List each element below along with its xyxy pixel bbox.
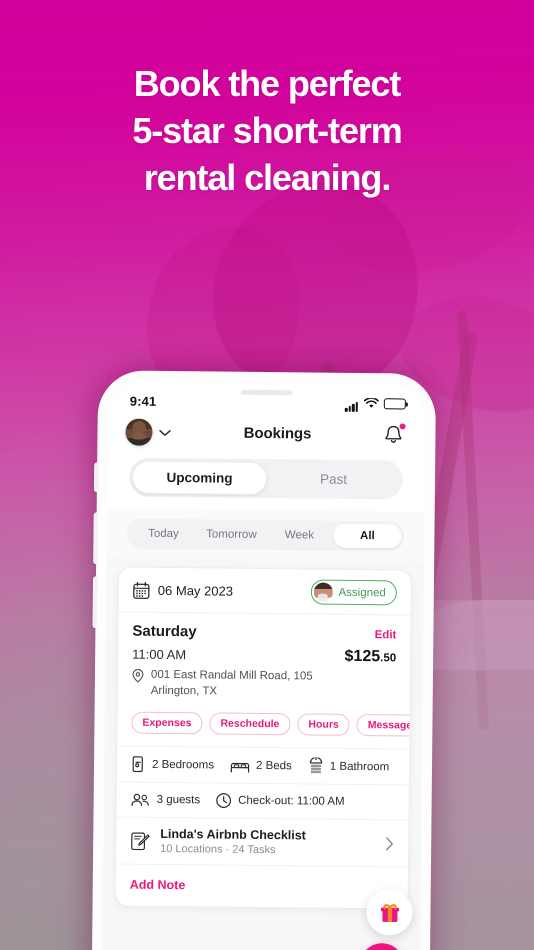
cleaner-avatar [313, 582, 333, 602]
fact-beds: 2 Beds [230, 758, 292, 773]
edit-button[interactable]: Edit [375, 629, 397, 641]
price-whole: $125 [344, 647, 381, 666]
checklist-title: Linda's Airbnb Checklist [160, 826, 306, 843]
checklist-row[interactable]: Linda's Airbnb Checklist 10 Locations · … [115, 816, 409, 867]
booking-day: Saturday [132, 622, 197, 641]
checklist-texts: Linda's Airbnb Checklist 10 Locations · … [160, 827, 375, 857]
date-filter-control[interactable]: Today Tomorrow Week All [126, 518, 405, 552]
guests-icon [131, 793, 151, 807]
profile-switcher[interactable] [125, 418, 171, 446]
fact-checkout: Check-out: 11:00 AM [216, 793, 345, 810]
fact-bedrooms: 2 Bedrooms [131, 756, 214, 774]
booking-card-header: 06 May 2023 Assigned [118, 567, 412, 616]
booking-actions: Expenses Reschedule Hours Message [117, 698, 413, 748]
checklist-subtitle: 10 Locations · 24 Tasks [160, 842, 276, 857]
map-pin-icon [132, 667, 144, 699]
booking-day-row: Saturday Edit [132, 623, 396, 643]
shower-icon [308, 757, 324, 774]
fact-guests: 3 guests [131, 793, 201, 808]
filter-all[interactable]: All [333, 523, 402, 549]
status-icons [344, 394, 406, 413]
booking-date: 06 May 2023 [157, 582, 234, 599]
fact-bathroom-label: 1 Bathroom [329, 760, 390, 773]
volume-up-button[interactable] [93, 512, 98, 565]
bookings-list: 06 May 2023 Assigned Saturday Edit 11:00… [101, 558, 425, 950]
property-facts-row: 2 Bedrooms 2 Beds 1 Bathroom [116, 745, 410, 785]
price-cents: .50 [380, 652, 397, 665]
headline-line-2: 5-star short-term [132, 110, 402, 151]
page-title: Bookings [243, 424, 312, 443]
fact-guests-label: 3 guests [156, 793, 201, 807]
fact-checkout-label: Check-out: 11:00 AM [238, 794, 345, 808]
fact-bathroom: 1 Bathroom [308, 757, 390, 775]
plant-soil [420, 600, 534, 670]
stay-facts-row: 3 guests Check-out: 11:00 AM [116, 781, 409, 820]
headline-line-1: Book the perfect [133, 63, 402, 104]
message-button[interactable]: Message [356, 713, 413, 737]
door-icon [131, 756, 146, 773]
chevron-down-icon[interactable] [158, 428, 171, 436]
bed-icon [230, 758, 250, 773]
status-badge-label: Assigned [338, 586, 386, 599]
status-clock: 9:41 [129, 393, 157, 409]
bookings-segment-control[interactable]: Upcoming Past [128, 457, 404, 500]
add-note-row[interactable]: Add Note [115, 863, 408, 909]
date-filter-wrapper: Today Tomorrow Week All [106, 508, 425, 562]
fact-beds-label: 2 Beds [255, 759, 292, 772]
status-badge[interactable]: Assigned [310, 579, 397, 606]
booking-card-body: Saturday Edit 11:00 AM $125.50 001 East … [118, 612, 411, 701]
tab-past[interactable]: Past [267, 462, 400, 496]
phone-mockup: 9:41 Bookings Upcoming Past Today Tomorr… [91, 370, 437, 950]
notification-bell-icon[interactable] [383, 421, 407, 447]
bookings-segment-wrapper: Upcoming Past [107, 455, 426, 511]
volume-down-button[interactable] [92, 576, 97, 629]
booking-card[interactable]: 06 May 2023 Assigned Saturday Edit 11:00… [114, 566, 413, 910]
app-header: Bookings [107, 414, 425, 458]
reschedule-button[interactable]: Reschedule [209, 712, 291, 736]
fact-bedrooms-label: 2 Bedrooms [151, 758, 215, 771]
clipboard-pencil-icon [130, 830, 150, 851]
signal-bars-icon [344, 394, 359, 412]
hero-headline: Book the perfect 5-star short-term renta… [0, 60, 534, 201]
booking-address: 001 East Randal Mill Road, 105 Arlington… [151, 667, 313, 701]
filter-tomorrow[interactable]: Tomorrow [197, 522, 265, 547]
tab-upcoming[interactable]: Upcoming [131, 460, 268, 496]
add-note-button[interactable]: Add Note [130, 878, 186, 893]
gift-box-icon[interactable] [366, 889, 413, 936]
booking-time: 11:00 AM [132, 646, 187, 663]
mute-switch-button[interactable] [93, 462, 99, 493]
phone-screen: 9:41 Bookings Upcoming Past Today Tomorr… [101, 380, 427, 950]
booking-date-line: 06 May 2023 [133, 581, 233, 600]
user-avatar[interactable] [125, 418, 153, 446]
address-line-1: 001 East Randal Mill Road, 105 [150, 668, 313, 683]
earpiece-speaker [240, 389, 293, 396]
clock-icon [216, 793, 232, 809]
headline-line-3: rental cleaning. [143, 157, 392, 198]
hours-button[interactable]: Hours [297, 713, 350, 736]
booking-address-row: 001 East Randal Mill Road, 105 Arlington… [132, 667, 396, 702]
calendar-icon [133, 581, 150, 599]
filter-week[interactable]: Week [265, 523, 333, 548]
filter-today[interactable]: Today [129, 522, 197, 547]
booking-time-row: 11:00 AM $125.50 [132, 646, 396, 667]
notification-dot [398, 421, 407, 430]
address-line-2: Arlington, TX [150, 684, 218, 698]
expenses-button[interactable]: Expenses [131, 711, 203, 735]
booking-price: $125.50 [344, 648, 396, 667]
battery-full-icon [383, 397, 406, 409]
wifi-icon [363, 397, 379, 409]
chevron-right-icon[interactable] [385, 836, 394, 851]
